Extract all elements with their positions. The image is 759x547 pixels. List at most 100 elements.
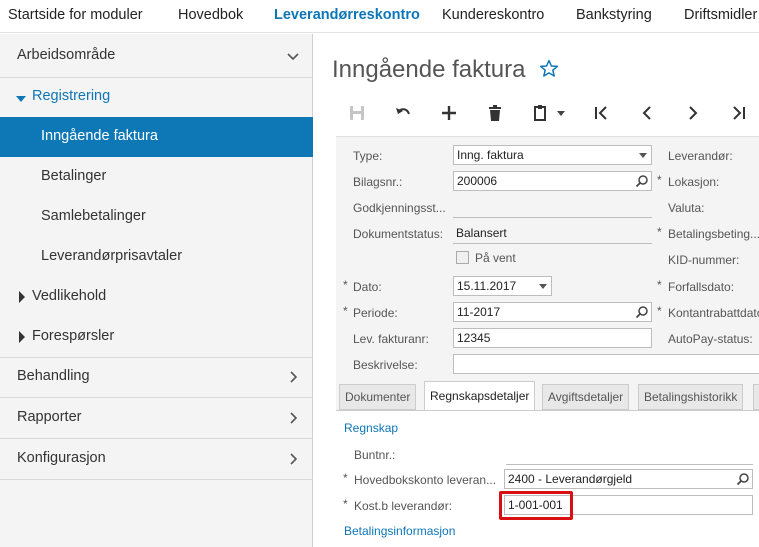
divider [0,479,313,480]
sidebar-item-label: Vedlikehold [32,288,107,304]
sidebar-item-foresporsler[interactable]: Forespørsler [0,317,313,357]
dokumentstatus-label: Dokumentstatus: [353,227,444,241]
forfallsdato-label: Forfallsdato: [668,280,735,294]
chevron-down-icon [287,53,299,61]
search-icon[interactable] [736,472,750,486]
sidebar: Arbeidsområde Registrering Inngående fak… [0,34,313,547]
tab-dokumenter[interactable]: Dokumenter [339,384,417,410]
sidebar-item-label: Registrering [32,88,111,104]
autopay-label: AutoPay-status: [668,332,753,346]
regnskap-header: Regnskap [344,421,399,435]
sidebar-item-registrering[interactable]: Registrering [0,77,313,117]
hovedbokskonto-field[interactable]: 2400 - Leverandørgjeld [504,469,753,489]
caret-right-icon [19,291,25,303]
detail-tabs: Dokumenter Regnskapsdetaljer Avgiftsdeta… [336,381,759,411]
tab-hovedbok[interactable]: Hovedbok [178,7,243,23]
dropdown-arrow-icon [639,153,647,158]
dato-field[interactable]: 15.11.2017 [453,276,552,296]
required-marker: * [343,471,348,485]
caret-right-icon [19,331,25,343]
dato-label: Dato: [353,280,382,294]
periode-field[interactable]: 11-2017 [453,302,652,322]
sidebar-item-label: Betalinger [41,168,107,184]
chevron-right-icon [290,412,298,424]
bilagsnr-field[interactable]: 200006 [453,171,652,191]
sidebar-item-label: Rapporter [17,409,82,425]
lev-fakturanr-label: Lev. fakturanr: [353,332,429,346]
chevron-right-icon [290,453,298,465]
search-icon[interactable] [635,174,649,188]
sidebar-item-leverandorprisavtaler[interactable]: Leverandørprisavtaler [0,237,313,277]
undo-icon[interactable] [394,104,412,122]
delete-icon[interactable] [486,104,504,122]
tab-kundereskontro[interactable]: Kundereskontro [442,7,544,23]
add-icon[interactable] [440,104,458,122]
dato-value: 15.11.2017 [457,279,517,293]
tab-bankstyring[interactable]: Bankstyring [576,7,652,23]
kontantrabatt-label: Kontantrabattdato [668,306,759,320]
tab-more[interactable] [753,384,759,410]
betalingsbeting-label: Betalingsbeting... [668,227,759,241]
tab-avgiftsdetaljer[interactable]: Avgiftsdetaljer [542,384,630,410]
beskrivelse-field[interactable] [453,354,759,374]
type-label: Type: [353,149,383,163]
sidebar-item-konfigurasjon[interactable]: Konfigurasjon [0,439,313,479]
dropdown-arrow-icon[interactable] [539,284,547,289]
page-title: Inngående faktura [332,56,526,83]
sidebar-item-rapporter[interactable]: Rapporter [0,398,313,438]
sidebar-item-behandling[interactable]: Behandling [0,357,313,397]
required-marker: * [343,497,348,511]
hovedbokskonto-value: 2400 - Leverandørgjeld [508,472,633,486]
save-icon[interactable] [348,104,366,122]
sidebar-item-label: Samlebetalinger [41,208,146,224]
star-icon[interactable] [539,59,559,79]
bilagsnr-label: Bilagsnr.: [353,175,403,189]
leverandor-label: Leverandør: [668,149,733,163]
buntnr-field [506,464,753,465]
search-icon[interactable] [635,305,649,319]
required-marker: * [343,278,348,292]
sidebar-item-label: Konfigurasjon [17,450,106,466]
main-content: Inngående faktura Type: Inng. faktura Bi… [314,34,759,547]
document-header-form: Type: Inng. faktura Bilagsnr.: 200006 Go… [336,136,759,410]
paa-vent-checkbox[interactable] [456,251,469,264]
next-record-icon[interactable] [684,104,702,122]
tab-betalingshistorikk[interactable]: Betalingshistorikk [638,384,744,410]
sidebar-item-vedlikehold[interactable]: Vedlikehold [0,277,313,317]
last-record-icon[interactable] [730,104,748,122]
lev-fakturanr-field[interactable]: 12345 [453,328,652,348]
copy-paste-icon[interactable] [532,104,550,122]
sidebar-item-betalinger[interactable]: Betalinger [0,157,313,197]
chevron-right-icon [290,371,298,383]
lev-fakturanr-value: 12345 [457,331,491,345]
sidebar-item-arbeidsomrade[interactable]: Arbeidsområde [0,36,313,76]
tab-startside[interactable]: Startside for moduler [8,7,143,23]
tab-leverandorreskontro[interactable]: Leverandørreskontro [274,7,420,23]
kid-label: KID-nummer: [668,253,740,267]
caret-down-icon [16,96,26,102]
beskrivelse-label: Beskrivelse: [353,358,418,372]
sidebar-item-inngaende-faktura[interactable]: Inngående faktura [0,117,313,157]
paa-vent-label: På vent [475,251,516,265]
type-select[interactable]: Inng. faktura [453,145,652,165]
betalingsinformasjon-header: Betalingsinformasjon [344,524,456,538]
sidebar-item-label: Forespørsler [32,328,115,344]
first-record-icon[interactable] [592,104,610,122]
required-marker: * [657,225,662,239]
required-marker: * [657,278,662,292]
type-value: Inng. faktura [457,148,524,162]
bilagsnr-value: 200006 [457,174,498,188]
regnskapsdetaljer-panel: Regnskap Buntnr.: * Hovedbokskonto lever… [336,410,759,547]
sidebar-item-samlebetalinger[interactable]: Samlebetalinger [0,197,313,237]
dokumentstatus-underline [453,243,652,244]
tab-regnskapsdetaljer[interactable]: Regnskapsdetaljer [424,381,536,411]
sidebar-item-label: Arbeidsområde [17,47,116,63]
hovedbokskonto-label: Hovedbokskonto leveran... [354,473,497,487]
caret-down-icon[interactable] [556,104,566,122]
buntnr-label: Buntnr.: [354,448,396,462]
highlight-box [499,491,573,520]
tab-driftsmidler[interactable]: Driftsmidler [684,7,757,23]
godkjenning-field [453,217,652,218]
previous-record-icon[interactable] [638,104,656,122]
sidebar-item-label: Leverandørprisavtaler [41,248,183,264]
